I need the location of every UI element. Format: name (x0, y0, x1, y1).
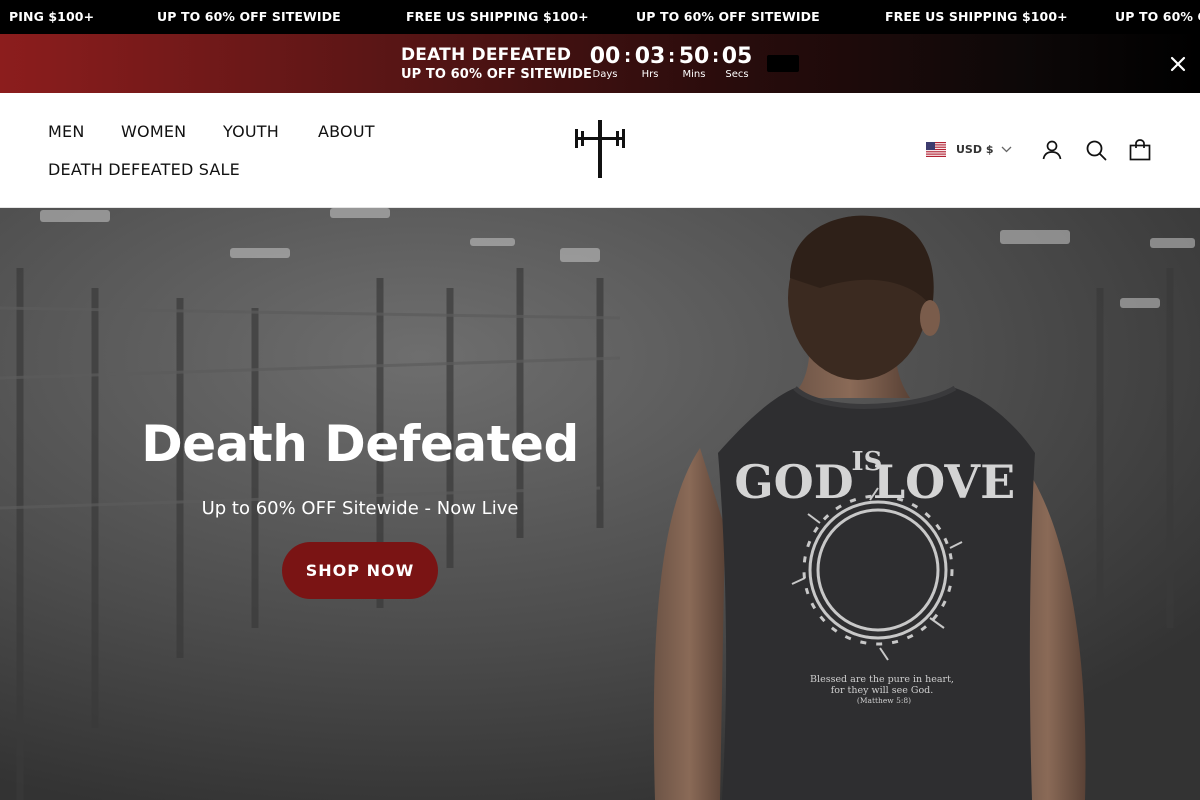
secs-value: 05 (721, 44, 753, 69)
shirt-print-word: GOD (734, 455, 853, 509)
countdown-title: DEATH DEFEATED (401, 45, 572, 65)
shirt-verse-line: for they will see God. (831, 685, 934, 696)
secs-label: Secs (725, 69, 749, 80)
countdown-hours: 03 Hrs (630, 44, 670, 81)
site-header: MEN WOMEN YOUTH ABOUT DEATH DEFEATED SAL… (0, 93, 1200, 208)
nav-sale[interactable]: DEATH DEFEATED SALE (48, 160, 240, 179)
account-icon[interactable] (1040, 138, 1064, 162)
hours-label: Hrs (641, 69, 659, 80)
nav-youth[interactable]: YOUTH (223, 122, 279, 141)
countdown-mins: 50 Mins (674, 44, 714, 81)
marquee-item: UP TO 60% O (1115, 9, 1200, 24)
days-value: 00 (589, 44, 621, 69)
chevron-down-icon (1002, 146, 1012, 153)
announcement-marquee: PING $100+ UP TO 60% OFF SITEWIDE FREE U… (0, 0, 1200, 34)
search-icon[interactable] (1084, 138, 1108, 162)
shirt-verse-line: (Matthew 5:8) (857, 696, 911, 705)
nav-men[interactable]: MEN (48, 122, 84, 141)
countdown-secs: 05 Secs (717, 44, 757, 81)
mins-value: 50 (678, 44, 710, 69)
marquee-item: FREE US SHIPPING $100+ (406, 9, 589, 24)
cart-bag-icon[interactable] (1128, 138, 1152, 162)
hours-value: 03 (634, 44, 666, 69)
countdown-days: 00 Days (585, 44, 625, 81)
countdown-subtitle: UP TO 60% OFF SITEWIDE (401, 67, 593, 82)
countdown-cta-button[interactable] (767, 55, 799, 72)
countdown-banner: DEATH DEFEATED UP TO 60% OFF SITEWIDE 00… (0, 34, 1200, 93)
close-icon[interactable] (1167, 53, 1189, 75)
hero-subtitle: Up to 60% OFF Sitewide - Now Live (201, 498, 519, 519)
us-flag-icon (926, 142, 946, 157)
hero-banner: GOD IS LOVE Blessed are the pure in hear… (0, 208, 1200, 800)
hero-title: Death Defeated (141, 415, 579, 473)
marquee-item: UP TO 60% OFF SITEWIDE (157, 9, 341, 24)
brand-logo-icon[interactable] (572, 118, 628, 182)
marquee-item: PING $100+ (9, 9, 95, 24)
mins-label: Mins (682, 69, 706, 80)
nav-women[interactable]: WOMEN (121, 122, 186, 141)
days-label: Days (592, 69, 618, 80)
currency-selector[interactable]: USD $ (926, 142, 1012, 157)
nav-about[interactable]: ABOUT (318, 122, 375, 141)
marquee-item: UP TO 60% OFF SITEWIDE (636, 9, 820, 24)
shop-now-button[interactable]: SHOP NOW (282, 542, 438, 599)
currency-label: USD $ (956, 143, 994, 156)
shirt-print-word: LOVE (873, 455, 1015, 509)
marquee-item: FREE US SHIPPING $100+ (885, 9, 1068, 24)
shirt-verse-line: Blessed are the pure in heart, (810, 674, 954, 685)
